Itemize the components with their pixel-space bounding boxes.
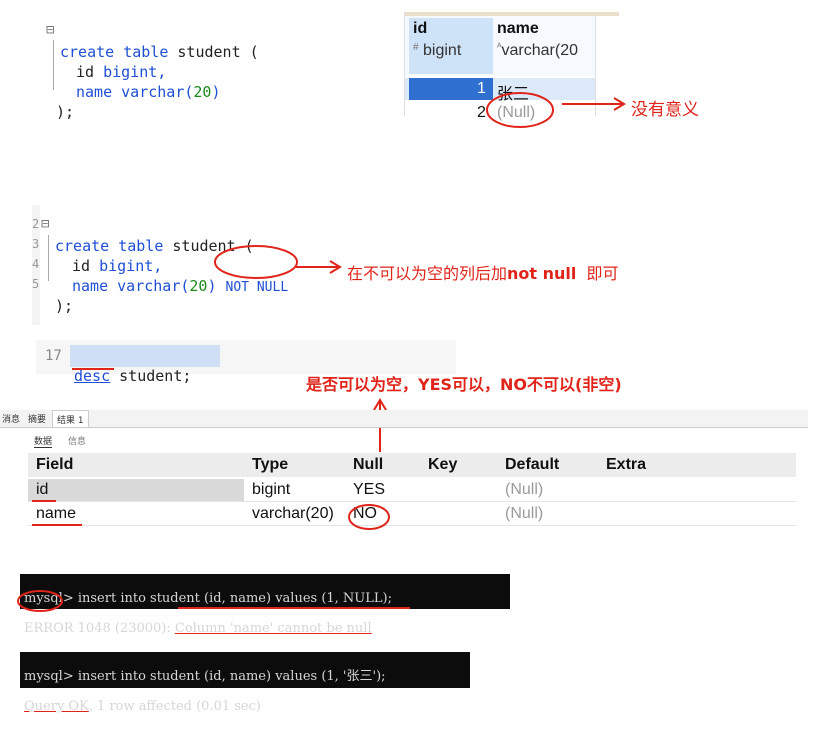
result-panel: 消息 摘要 结果 1 数据 信息 Field Type Null Key Def… [0,410,808,530]
error-label: ERROR [24,621,74,636]
cell-default[interactable]: (Null) [505,481,543,499]
annotation-keyword: not null [507,264,577,283]
cell-null[interactable]: YES [353,481,385,499]
terminal-command: mysql> insert into student (id, name) va… [24,669,386,684]
code-block-1: ⊟ create table student ( id bigint, name… [44,20,304,121]
terminal-output: ERROR 1048 (23000): Column 'name' cannot… [24,621,510,636]
column-header-field[interactable]: Field [36,456,73,474]
sql-type: varchar( [117,277,190,295]
line-number: 4 [32,257,40,271]
column-header-null[interactable]: Null [353,456,383,474]
annotation-underline [72,368,114,370]
hash-icon: # [413,42,419,53]
tab-summary[interactable]: 摘要 [28,412,46,425]
sql-text: ); [56,103,75,121]
line-number: 17 [45,348,62,364]
sql-text: ); [55,297,74,315]
annotation-circle-error [17,590,63,612]
terminal-error: mysql> insert into student (id, name) va… [20,574,510,636]
column-header-id-label: id [413,20,428,37]
annotation-arrow-2 [296,260,342,274]
sql-number: 20 [189,277,208,295]
sql-text: student; [110,367,192,385]
line-number: 3 [32,237,40,251]
sql-not-null: NOT NULL [225,280,289,295]
fold-marker[interactable]: ⊟ [41,216,49,232]
column-header-default[interactable]: Default [505,456,559,474]
result-row-1-field-cell[interactable] [28,479,244,501]
cell-field[interactable]: name [36,505,76,523]
column-type: varchar(20 [501,42,579,59]
error-message: Column 'name' cannot be null [174,621,372,636]
annotation-arrow-1 [562,97,626,111]
result-tab-bar [0,410,808,428]
tab-result-1[interactable]: 结果 1 [52,410,89,427]
column-header-extra[interactable]: Extra [606,456,646,474]
annotation-underline-error [178,607,410,609]
sql-text: ) [211,83,221,101]
cell-default[interactable]: (Null) [505,505,543,523]
terminal-success: mysql> insert into student (id, name) va… [20,652,470,714]
cell-field[interactable]: id [36,481,48,499]
line-number: 2 [32,217,40,231]
annotation-circle-no [348,504,390,530]
code-line: desc student; [74,346,191,386]
code-line: ); [55,276,73,316]
terminal-command: mysql> insert into student (id, name) va… [24,591,392,606]
sql-type: varchar( [121,83,194,101]
error-code: 1048 (23000): [73,621,175,636]
result-table-header [28,453,796,477]
column-header-type[interactable]: Type [252,456,288,474]
annotation-underline-id [32,500,56,502]
sql-column: name [76,83,113,101]
column-header-name-type: ᴬvarchar(20 [497,42,578,60]
null-explanation: 是否可以为空，YES可以，NO不可以(非空) [306,375,622,394]
fold-guide [48,235,49,281]
annotation-circle-not-null [214,245,298,279]
column-header-key[interactable]: Key [428,456,457,474]
cell-type[interactable]: varchar(20) [252,505,334,523]
fold-marker[interactable]: ⊟ [46,22,54,38]
annotation-text-not-null: 在不可以为空的列后加not null 即可 [347,260,619,284]
column-header-id-type: # bigint [413,42,461,60]
result-row-2[interactable] [28,503,796,526]
column-header-name-label[interactable]: name [497,20,539,38]
sql-number: 20 [193,83,212,101]
column-type: bigint [423,42,462,59]
code-line: name varchar(20) [76,62,221,102]
code-line: ); [56,82,74,122]
annotation-text: 在不可以为空的列后加 [347,264,508,283]
annotation-circle-1 [486,92,554,128]
annotation-underline-name [32,524,82,526]
tab-messages[interactable]: 消息 [2,412,20,425]
line-number: 5 [32,277,40,291]
subtab-data[interactable]: 数据 [34,434,53,448]
subtab-info[interactable]: 信息 [68,434,86,447]
desc-line: 17 desc student; [36,340,456,385]
sql-column: name [72,277,109,295]
cell-type[interactable]: bigint [252,481,290,499]
sql-text: student ( [168,43,259,61]
annotation-text: 即可 [576,264,619,283]
annotation-text-meaningless: 没有意义 [631,100,699,120]
fold-guide [53,40,54,90]
